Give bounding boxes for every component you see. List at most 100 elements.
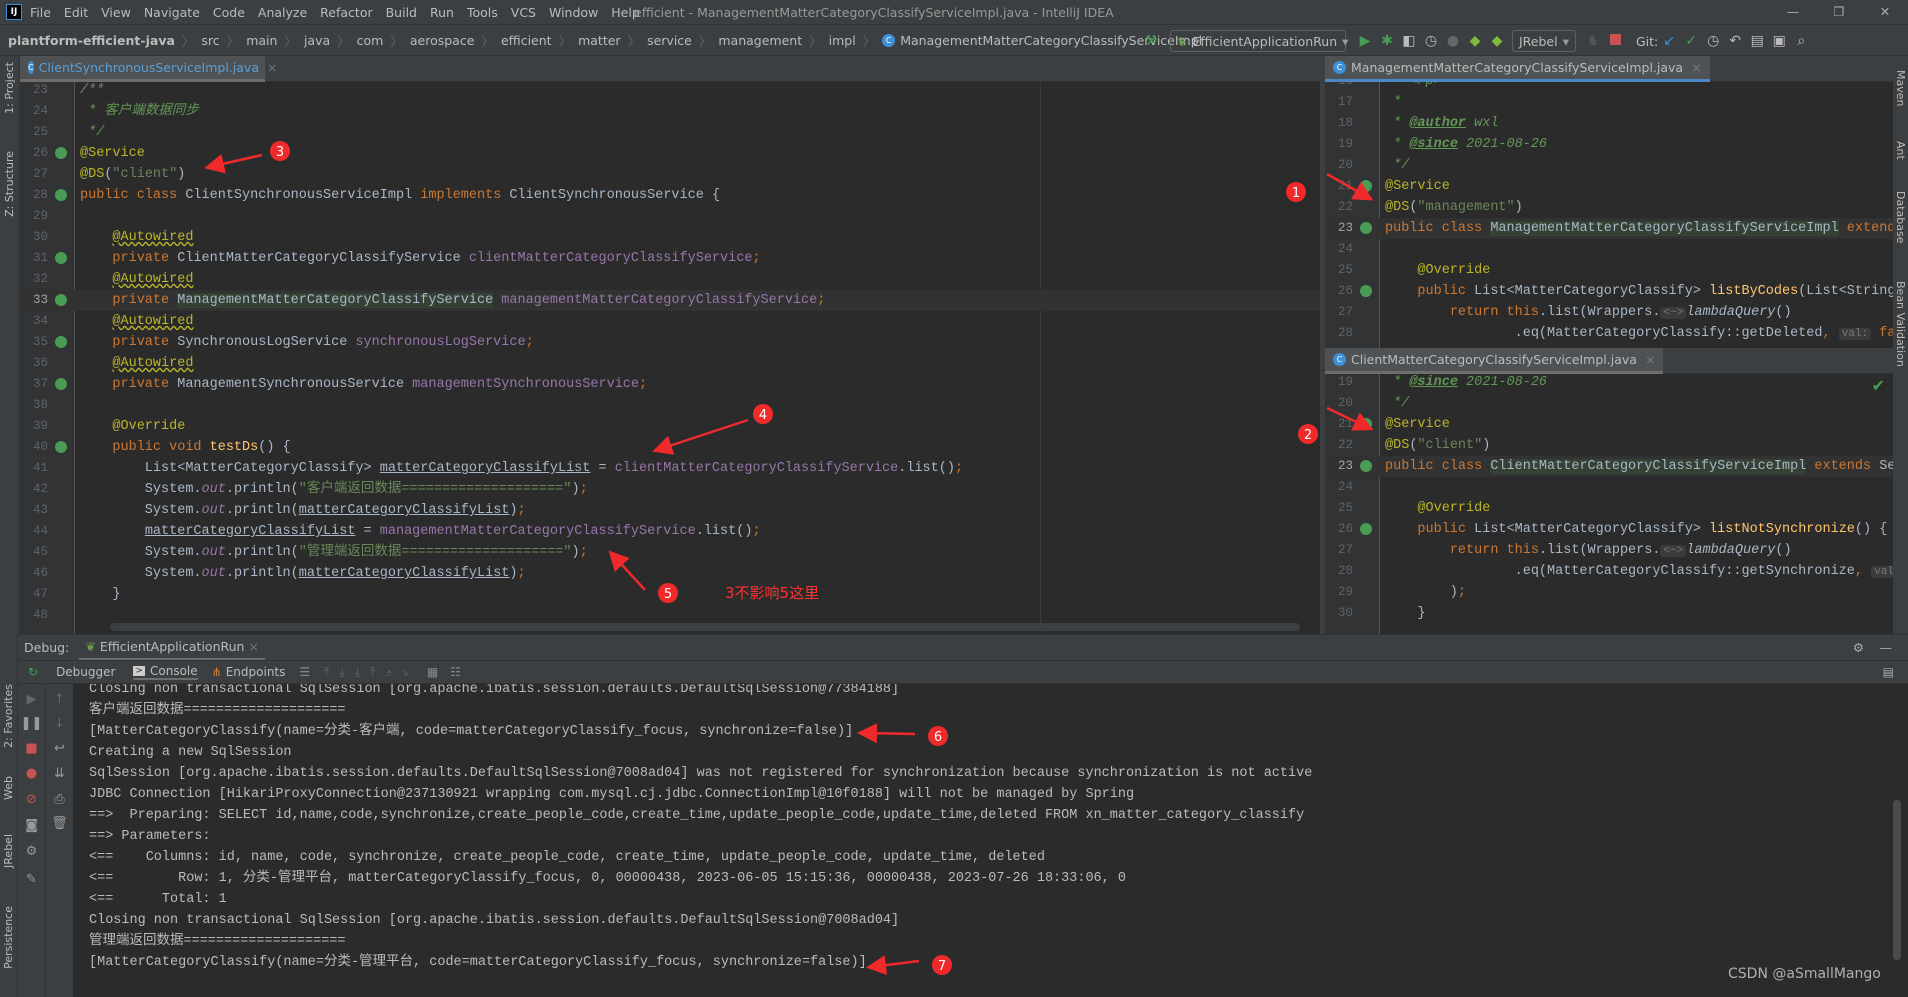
left-code-editor[interactable]: 23/** 24 * 客户端数据同步 25 */26 @Service 27 @DS("c… [20, 82, 1320, 634]
rerun-icon[interactable]: ↻ [28, 665, 38, 679]
breadcrumb-item[interactable]: com [357, 33, 384, 48]
debug-icon[interactable]: ✱ [1376, 33, 1398, 49]
close-tab-icon[interactable]: × [1645, 352, 1655, 367]
pause-icon[interactable]: ❚❚ [18, 716, 45, 731]
jrebel-debug-icon[interactable]: ◆ [1486, 33, 1508, 49]
profile-icon[interactable]: ◷ [1420, 33, 1442, 49]
close-tab-icon[interactable]: × [267, 60, 277, 75]
menu-analyze[interactable]: Analyze [258, 5, 307, 20]
soft-wrap-icon[interactable]: ↩ [46, 741, 73, 756]
restore-layout-icon[interactable]: ▤ [1883, 665, 1894, 679]
menu-run[interactable]: Run [430, 5, 454, 20]
tool-database[interactable]: Database [1894, 191, 1907, 244]
spring-bean-gutter-icon[interactable] [55, 294, 67, 306]
step-icons[interactable]: ⤒⤓⤓⤒⤴⤵ [324, 665, 419, 680]
view-breakpoints-icon[interactable]: ● [18, 766, 45, 781]
close-tab-icon[interactable]: × [248, 639, 258, 654]
spring-bean-gutter-icon[interactable] [1360, 180, 1372, 192]
jrebel-run-icon[interactable]: ◆ [1464, 33, 1486, 49]
minimize-icon[interactable]: — [1770, 0, 1816, 24]
restore-icon[interactable]: ❐ [1816, 0, 1862, 24]
spring-bean-gutter-icon[interactable] [55, 336, 67, 348]
run-icon[interactable]: ▶ [1354, 33, 1376, 49]
spring-bean-gutter-icon[interactable] [1360, 460, 1372, 472]
tab-management-matter-category-classify-service-impl[interactable]: C ManagementMatterCategoryClassifyServic… [1325, 56, 1710, 82]
history-icon[interactable]: ◷ [1702, 33, 1724, 49]
print-icon[interactable]: ⎙ [46, 792, 73, 807]
resume-icon[interactable]: ▶ [18, 692, 45, 707]
breadcrumb-item[interactable]: java [304, 33, 330, 48]
menu-vcs[interactable]: VCS [511, 5, 536, 20]
menu-file[interactable]: File [30, 5, 51, 20]
menu-build[interactable]: Build [386, 5, 417, 20]
tool-jrebel[interactable]: JRebel [2, 834, 15, 868]
up-arrow-icon[interactable]: ↑ [46, 692, 73, 707]
tool-web[interactable]: Web [2, 776, 15, 800]
camera-icon[interactable]: ◙ [18, 818, 45, 833]
breadcrumb-item[interactable]: impl [829, 33, 856, 48]
presentation-icon[interactable]: ▣ [1768, 33, 1790, 49]
menu-window[interactable]: Window [549, 5, 598, 20]
scroll-to-end-icon[interactable]: ⇊ [46, 766, 73, 781]
breadcrumb-item[interactable]: plantform-efficient-java [8, 33, 175, 48]
mute-breakpoints-icon[interactable]: ⊘ [18, 792, 45, 807]
stop-icon[interactable] [1604, 33, 1626, 49]
menu-refactor[interactable]: Refactor [320, 5, 372, 20]
tool-ant[interactable]: Ant [1894, 141, 1907, 160]
menu-view[interactable]: View [101, 5, 131, 20]
tool-persistence[interactable]: Persistence [2, 906, 15, 969]
breadcrumb-item[interactable]: efficient [501, 33, 552, 48]
pin-icon[interactable]: ✎ [18, 872, 45, 887]
tool-maven[interactable]: Maven [1894, 70, 1907, 106]
search-icon[interactable]: ⌕ [1790, 33, 1812, 49]
breadcrumb-item[interactable]: management [718, 33, 802, 48]
spring-bean-gutter-icon[interactable] [1360, 418, 1372, 430]
close-icon[interactable]: ✕ [1862, 0, 1908, 24]
stop-icon[interactable]: ■ [18, 741, 45, 756]
git-commit-icon[interactable]: ✓ [1680, 33, 1702, 49]
breadcrumb-item[interactable]: matter [578, 33, 620, 48]
horizontal-scrollbar[interactable] [110, 623, 1300, 631]
clear-icon[interactable]: 🗑 [46, 816, 73, 831]
menu-code[interactable]: Code [213, 5, 245, 20]
down-arrow-icon[interactable]: ↓ [46, 716, 73, 731]
spring-bean-gutter-icon[interactable] [55, 147, 67, 159]
menu-navigate[interactable]: Navigate [144, 5, 200, 20]
spring-bean-gutter-icon[interactable] [55, 189, 67, 201]
settings-icon[interactable]: ⚙ [18, 844, 45, 859]
breadcrumb-item[interactable]: service [647, 33, 692, 48]
spring-bean-gutter-icon[interactable] [1360, 222, 1372, 234]
spring-bean-gutter-icon[interactable] [1360, 285, 1372, 297]
layout-icon[interactable]: ☰ [299, 665, 310, 679]
tab-client-synchronous-service-impl[interactable]: C ClientSynchronousServiceImpl.java × [20, 56, 277, 82]
debug-session-tab[interactable]: ❦ EfficientApplicationRun × [79, 635, 265, 661]
spring-bean-gutter-icon[interactable] [55, 441, 67, 453]
coverage-icon[interactable]: ◧ [1398, 33, 1420, 49]
tool-favorites[interactable]: 2: Favorites [2, 684, 15, 748]
spring-bean-gutter-icon[interactable] [1360, 523, 1372, 535]
right-top-code-editor[interactable]: 16 * </p>17 *18 * @author wxl19 * @since… [1325, 82, 1893, 348]
console-scrollbar[interactable] [1893, 800, 1901, 960]
breadcrumb-item[interactable]: aerospace [410, 33, 475, 48]
git-update-icon[interactable]: ↙ [1658, 33, 1680, 49]
tool-bean-validation[interactable]: Bean Validation [1894, 281, 1907, 367]
menu-edit[interactable]: Edit [64, 5, 88, 20]
run-config-select[interactable]: ❦ EfficientApplicationRun ▾ [1170, 30, 1348, 52]
tool-project[interactable]: 1: Project [3, 62, 16, 114]
tab-endpoints[interactable]: ⋔ Endpoints [212, 665, 286, 679]
close-tab-icon[interactable]: × [1691, 60, 1701, 75]
attach-icon[interactable]: ● [1442, 33, 1464, 49]
tab-console[interactable]: > Console [133, 664, 198, 680]
right-bottom-code-editor[interactable]: 19 * @since 2021-08-26 20 */21 @Service 22 @… [1325, 374, 1893, 634]
hide-panel-icon[interactable]: — [1880, 640, 1893, 655]
breadcrumb-item[interactable]: src [201, 33, 219, 48]
jrebel-select[interactable]: JRebel ▾ [1512, 30, 1576, 52]
console-output[interactable]: Closing non transactional SqlSession [or… [73, 684, 1893, 997]
breadcrumb-item[interactable]: main [246, 33, 277, 48]
menu-tools[interactable]: Tools [467, 5, 498, 20]
project-structure-icon[interactable]: ▤ [1746, 33, 1768, 49]
tab-debugger[interactable]: Debugger [56, 665, 115, 679]
trace-icon[interactable]: ☷ [450, 665, 461, 679]
tab-client-matter-category-classify-service-impl[interactable]: C ClientMatterCategoryClassifyServiceImp… [1325, 348, 1664, 374]
build-hammer-icon[interactable]: ⚒ [1140, 33, 1162, 49]
